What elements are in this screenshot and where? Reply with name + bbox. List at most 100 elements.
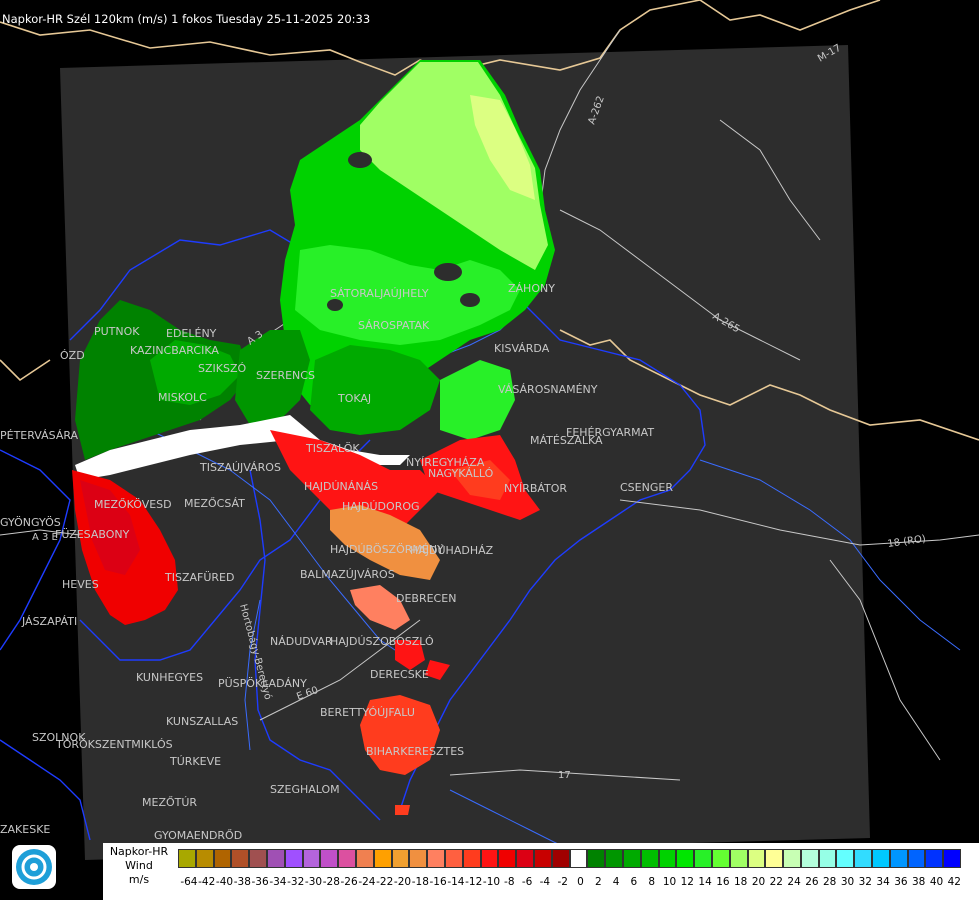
city-label: GYOMAENDRŐD [154, 828, 242, 842]
legend-swatch [320, 849, 339, 868]
city-label: NYÍREGYHÁZA [406, 456, 485, 469]
city-label: TOKAJ [337, 392, 371, 405]
legend-swatch [551, 849, 570, 868]
city-label: BALMAZÚJVÁROS [300, 568, 395, 581]
city-label: CSENGER [620, 481, 673, 494]
legend-title-line2: Wind [125, 859, 153, 872]
city-label: FÜZESABONY [55, 528, 130, 541]
legend-swatch [249, 849, 267, 868]
color-legend: Napkor-HR Wind m/s -64 -42 -40 -38 -36 -34 -32… [103, 843, 979, 900]
city-label: MISKOLC [158, 391, 207, 404]
city-label: BIHARKERESZTES [366, 745, 464, 758]
city-label: SZEGHALOM [270, 783, 340, 796]
road-label: A 3 E [32, 532, 58, 543]
city-label: TÚRKEVE [169, 755, 221, 768]
legend-swatches [178, 849, 962, 868]
napkor-logo-icon [12, 845, 56, 889]
legend-swatch [569, 849, 588, 868]
legend-swatch [533, 849, 552, 868]
city-label: ZÁHONY [508, 282, 555, 295]
city-label: GYÖNGYÖS [0, 516, 61, 529]
legend-swatch [338, 849, 356, 868]
legend-swatch [266, 849, 285, 868]
map-title: Napkor-HR Szél 120km (m/s) 1 fokos Tuesd… [2, 12, 371, 26]
city-label: TISZALÖK [305, 442, 360, 455]
city-label: TISZAFÜRED [164, 571, 234, 584]
city-label: ÓZD [60, 349, 85, 362]
legend-swatch [872, 849, 890, 868]
city-label: VÁSÁROSNAMÉNY [498, 383, 598, 396]
legend-swatch [783, 849, 801, 868]
city-label: HEVES [62, 578, 99, 591]
legend-swatch [907, 849, 926, 868]
city-label: SÁROSPATAK [358, 319, 430, 332]
legend-swatch [889, 849, 908, 868]
city-label: SÁTORALJAÚJHELY [330, 287, 429, 300]
legend-swatch [195, 849, 214, 868]
legend-swatch [711, 849, 730, 868]
legend-swatch [213, 849, 232, 868]
road-label: 17 [558, 770, 571, 781]
legend-swatch [462, 849, 481, 868]
city-label: EDELÉNY [166, 327, 217, 340]
legend-swatch [836, 849, 855, 868]
legend-swatch [231, 849, 250, 868]
city-label: SZIKSZÓ [198, 362, 246, 375]
city-label: KUNSZALLAS [166, 715, 238, 728]
legend-swatch [658, 849, 677, 868]
legend-unit: m/s [128, 873, 150, 886]
city-label: HAJDÚHADHÁZ [410, 544, 494, 557]
legend-swatch [178, 849, 196, 868]
road-label: 18 (RO) [887, 534, 927, 550]
legend-swatch [605, 849, 623, 868]
legend-swatch [622, 849, 641, 868]
legend-swatch [444, 849, 463, 868]
city-label: MÁTÉSZALKA [530, 434, 603, 447]
city-label: MEZŐKÖVESD [94, 497, 172, 511]
legend-swatch [516, 849, 534, 868]
city-label: NYÍRBÁTOR [504, 482, 567, 495]
city-label: TISZAÚJVÁROS [199, 461, 281, 474]
city-label: PÉTERVÁSÁRA [0, 429, 79, 442]
legend-swatch [480, 849, 499, 868]
city-label: KAZINCBARCIKA [130, 344, 219, 357]
legend-swatch [427, 849, 445, 868]
legend-swatch [765, 849, 784, 868]
legend-swatch [498, 849, 517, 868]
legend-swatch [800, 849, 819, 868]
legend-swatch [284, 849, 303, 868]
legend-swatch [854, 849, 873, 868]
city-label: HAJDÚDOROG [342, 500, 420, 513]
legend-title-line1: Napkor-HR [109, 845, 169, 858]
city-label: JÁSZAPÁTI [21, 615, 77, 628]
legend-swatch [640, 849, 659, 868]
city-label: SZERENCS [256, 369, 315, 382]
legend-title: Napkor-HR Wind m/s [103, 845, 175, 887]
legend-swatch [391, 849, 410, 868]
city-label: KUNHEGYES [136, 671, 203, 684]
city-label: TÖRÖKSZENTMIKLÓS [55, 738, 173, 751]
legend-swatch [676, 849, 695, 868]
legend-swatch [818, 849, 837, 868]
city-label: KISVÁRDA [494, 342, 550, 355]
legend-swatch [694, 849, 712, 868]
legend-swatch [373, 849, 392, 868]
city-label: BERETTYÓÚJFALU [320, 706, 415, 719]
legend-label: 42 [947, 876, 961, 888]
legend-swatch [302, 849, 321, 868]
radar-map[interactable]: PUTNOK EDELÉNY KAZINCBARCIKA SZIKSZÓ SZE… [0, 0, 979, 900]
city-label: MEZŐTÚR [142, 795, 197, 809]
city-label: DEBRECEN [396, 592, 456, 605]
city-label: PUTNOK [94, 325, 140, 338]
legend-swatch [729, 849, 748, 868]
city-label: MEZŐCSÁT [184, 496, 245, 510]
city-label: HAJDÚNÁNÁS [304, 480, 378, 493]
city-label: ZAKESKE [0, 823, 50, 836]
city-label: NÁDUDVAR [270, 635, 333, 648]
city-label: DERECSKE [370, 668, 429, 681]
legend-swatch [587, 849, 606, 868]
legend-swatch [747, 849, 766, 868]
city-label: HAJDÚSZOBOSZLÓ [330, 635, 434, 648]
legend-swatch [925, 849, 944, 868]
legend-swatch [355, 849, 374, 868]
